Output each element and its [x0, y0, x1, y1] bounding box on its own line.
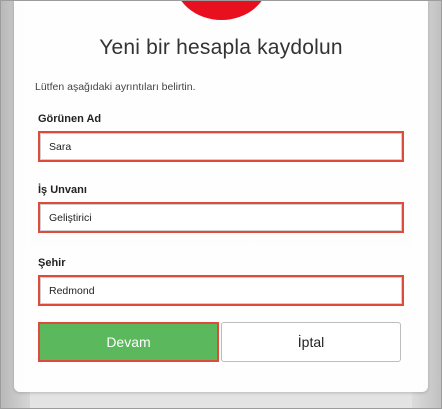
instructions-text: Lütfen aşağıdaki ayrıntıları belirtin. — [35, 81, 196, 93]
brand-logo — [174, 0, 269, 20]
display-name-input[interactable] — [40, 133, 402, 160]
city-label: Şehir — [38, 257, 66, 269]
city-field-wrapper — [38, 275, 404, 306]
city-input[interactable] — [40, 277, 402, 304]
signup-card: Yeni bir hesapla kaydolun Lütfen aşağıda… — [14, 0, 428, 392]
job-title-field-wrapper — [38, 202, 404, 233]
display-name-field-wrapper — [38, 131, 404, 162]
continue-button-label: Devam — [40, 324, 217, 360]
continue-button[interactable]: Devam — [38, 322, 219, 362]
display-name-label: Görünen Ad — [38, 113, 102, 125]
cancel-button[interactable]: İptal — [221, 322, 401, 362]
page-title: Yeni bir hesapla kaydolun — [99, 36, 343, 59]
job-title-input[interactable] — [40, 204, 402, 231]
job-title-label: İş Unvanı — [38, 184, 87, 196]
